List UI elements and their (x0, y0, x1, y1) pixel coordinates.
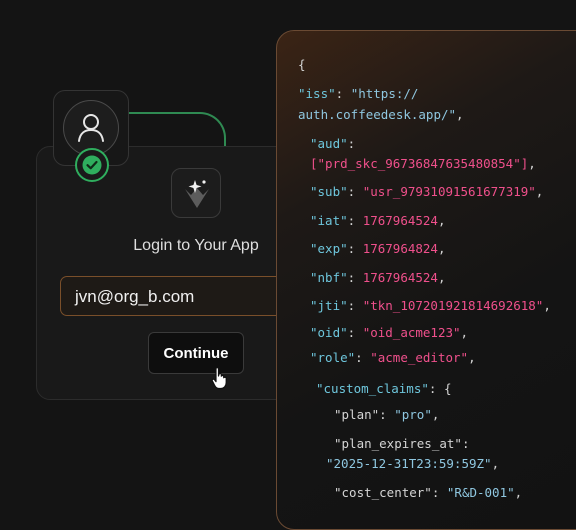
json-line-aud: "aud": (310, 136, 356, 151)
json-key: "plan_expires_at" (334, 436, 462, 451)
json-value: "acme_editor" (370, 350, 469, 365)
verified-badge (75, 148, 109, 182)
sparkle-logo-icon (185, 180, 209, 208)
json-value: 1767964524 (362, 213, 438, 228)
json-key: "iss" (298, 86, 336, 101)
json-line-oid: "oid": "oid_acme123", (310, 325, 469, 340)
json-line-iat: "iat": 1767964524, (310, 213, 446, 228)
user-icon (78, 114, 104, 142)
json-line-iss: "iss": "https:// (298, 86, 419, 101)
json-value: "2025-12-31T23:59:59Z" (326, 456, 492, 471)
json-line-custom-claims: "custom_claims": { (316, 381, 452, 396)
check-circle-icon (82, 155, 102, 175)
json-line-nbf: "nbf": 1767964524, (310, 270, 446, 285)
json-value: "tkn_107201921814692618" (362, 298, 544, 313)
json-value: 1767964524 (362, 270, 438, 285)
json-value: auth.coffeedesk.app/" (298, 107, 457, 122)
json-line-plan: "plan": "pro", (334, 407, 440, 422)
json-line-jti: "jti": "tkn_107201921814692618", (310, 298, 551, 313)
json-line-plan-expires-at-cont: "2025-12-31T23:59:59Z", (326, 456, 500, 471)
app-logo (171, 168, 221, 218)
json-value: ["prd_skc_96736847635480854"] (310, 156, 529, 171)
email-field[interactable]: jvn@org_b.com (60, 276, 300, 316)
json-key: "oid" (310, 325, 348, 340)
json-open-brace: { (298, 57, 306, 72)
json-value: 1767964824 (362, 241, 438, 256)
json-line-role: "role": "acme_editor", (310, 350, 476, 365)
json-line-iss-cont: auth.coffeedesk.app/", (298, 107, 464, 122)
json-key: "plan" (334, 407, 380, 422)
json-line-sub: "sub": "usr_97931091561677319", (310, 184, 544, 199)
json-key: "custom_claims" (316, 381, 429, 396)
json-key: "nbf" (310, 270, 348, 285)
json-key: "jti" (310, 298, 348, 313)
json-value: "usr_97931091561677319" (362, 184, 536, 199)
email-value: jvn@org_b.com (75, 287, 195, 306)
json-value: "oid_acme123" (362, 325, 461, 340)
json-value: "https:// (350, 86, 419, 101)
json-key: "aud" (310, 136, 348, 151)
json-key: "role" (310, 350, 356, 365)
json-key: "sub" (310, 184, 348, 199)
json-line-aud-cont: ["prd_skc_96736847635480854"], (310, 156, 536, 171)
hand-pointer-icon (211, 367, 227, 390)
json-line-cost-center: "cost_center": "R&D-001", (334, 485, 523, 500)
token-code-panel: { "iss": "https:// auth.coffeedesk.app/"… (276, 30, 576, 530)
json-line-exp: "exp": 1767964824, (310, 241, 446, 256)
json-key: "cost_center" (334, 485, 432, 500)
json-key: "iat" (310, 213, 348, 228)
json-key: "exp" (310, 241, 348, 256)
json-value: "pro" (394, 407, 432, 422)
login-title: Login to Your App (133, 237, 259, 254)
json-line-plan-expires-at: "plan_expires_at": (334, 436, 470, 451)
json-value: "R&D-001" (446, 485, 515, 500)
